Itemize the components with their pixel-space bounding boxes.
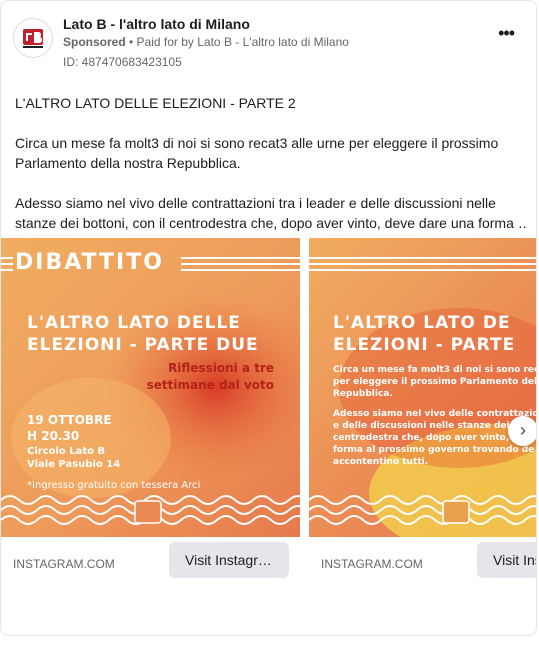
poster-paragraph-line: e delle discussioni nelle stanze dei b bbox=[333, 421, 520, 431]
post-text-line: L'ALTRO LATO DELLE ELEZIONI - PARTE 2 bbox=[15, 95, 296, 111]
carousel-card-footer: INSTAGRAM.COM Visit Ins bbox=[309, 537, 536, 597]
more-options-icon[interactable]: ••• bbox=[498, 24, 515, 42]
post-header: Lato B - l'altro lato di Milano Sponsore… bbox=[13, 14, 524, 70]
poster-title-line: L'ALTRO LATO DE bbox=[333, 313, 511, 333]
poster-title-line: L'ALTRO LATO DELLE bbox=[27, 313, 241, 333]
carousel-image[interactable]: L'ALTRO LATO DE ELEZIONI - PARTE Circa u… bbox=[309, 238, 537, 537]
carousel-card[interactable]: DIBATTITO L'ALTRO LATO DELLE ELEZIONI - … bbox=[1, 238, 300, 618]
poster-paragraph-line: per eleggere il prossimo Parlamento dell… bbox=[333, 377, 537, 387]
poster-subtitle-line: settimane dal voto bbox=[146, 378, 274, 392]
link-domain[interactable]: INSTAGRAM.COM bbox=[321, 557, 423, 571]
ad-card: Lato B - l'altro lato di Milano Sponsore… bbox=[0, 0, 537, 636]
poster-paragraph-line: centrodestra che, dopo aver vinto, d bbox=[333, 433, 519, 443]
carousel-card-footer: INSTAGRAM.COM Visit Instagr… bbox=[1, 537, 300, 597]
poster-paragraph: Circa un mese fa molt3 di noi si sono re… bbox=[333, 364, 537, 400]
poster-note: *Ingresso gratuito con tessera Arci bbox=[27, 480, 201, 491]
poster-paragraph-line: Circa un mese fa molt3 di noi si sono re… bbox=[333, 365, 537, 375]
post-text-line: Parlamento della nostra Repubblica. bbox=[15, 155, 241, 171]
paid-prefix: • Paid for by bbox=[125, 35, 198, 49]
post-text-line: Circa un mese fa molt3 di noi si sono re… bbox=[15, 135, 499, 151]
poster-subtitle-line: Riflessioni a tre bbox=[168, 361, 274, 375]
paid-by-link[interactable]: Lato B - L'altro lato di Milano bbox=[197, 35, 349, 49]
poster-title-line: ELEZIONI - PARTE DUE bbox=[27, 335, 259, 355]
poster-paragraph: Adesso siamo nel vivo delle contrattazio… bbox=[333, 408, 536, 468]
poster-address: Viale Pasubio 14 bbox=[27, 459, 121, 470]
post-text-line: Adesso siamo nel vivo delle contrattazio… bbox=[15, 195, 496, 211]
poster-date: 19 OTTOBRE bbox=[27, 413, 112, 427]
page-avatar[interactable] bbox=[13, 18, 53, 58]
poster-paragraph-line: Repubblica. bbox=[333, 389, 393, 399]
lato-b-logo-icon bbox=[14, 19, 52, 57]
carousel-image[interactable]: DIBATTITO L'ALTRO LATO DELLE ELEZIONI - … bbox=[1, 238, 300, 537]
sponsored-label[interactable]: Sponsored bbox=[63, 35, 126, 49]
carousel: DIBATTITO L'ALTRO LATO DELLE ELEZIONI - … bbox=[1, 238, 537, 635]
poster-venue: Circolo Lato B bbox=[27, 446, 106, 457]
poster-paragraph-line: forma al prossimo governo trovando de bbox=[333, 445, 535, 455]
poster-title-line: ELEZIONI - PARTE bbox=[333, 335, 516, 355]
visit-instagram-button[interactable]: Visit Instagr… bbox=[169, 542, 289, 578]
poster-paragraph-line: Adesso siamo nel vivo delle contrattazio… bbox=[333, 409, 536, 419]
sponsored-line: Sponsored • Paid for by Lato B - L'altro… bbox=[63, 35, 349, 49]
post-text-line: stanze dei bottoni, con il centrodestra … bbox=[15, 215, 527, 231]
poster-time: H 20.30 bbox=[27, 429, 80, 443]
poster-paragraph-line: accontentino tutti. bbox=[333, 457, 429, 467]
carousel-card[interactable]: L'ALTRO LATO DE ELEZIONI - PARTE Circa u… bbox=[309, 238, 537, 618]
poster-subtitle: Riflessioni a tre settimane dal voto bbox=[147, 360, 274, 394]
poster-header: DIBATTITO bbox=[15, 250, 164, 275]
visit-instagram-button[interactable]: Visit Ins bbox=[477, 542, 536, 578]
carousel-next-icon[interactable]: › bbox=[508, 416, 536, 446]
ad-id: ID: 487470683423105 bbox=[63, 55, 182, 69]
post-text: L'ALTRO LATO DELLE ELEZIONI - PARTE 2 Ci… bbox=[15, 93, 527, 233]
link-domain[interactable]: INSTAGRAM.COM bbox=[13, 557, 115, 571]
page-name[interactable]: Lato B - l'altro lato di Milano bbox=[63, 16, 250, 32]
